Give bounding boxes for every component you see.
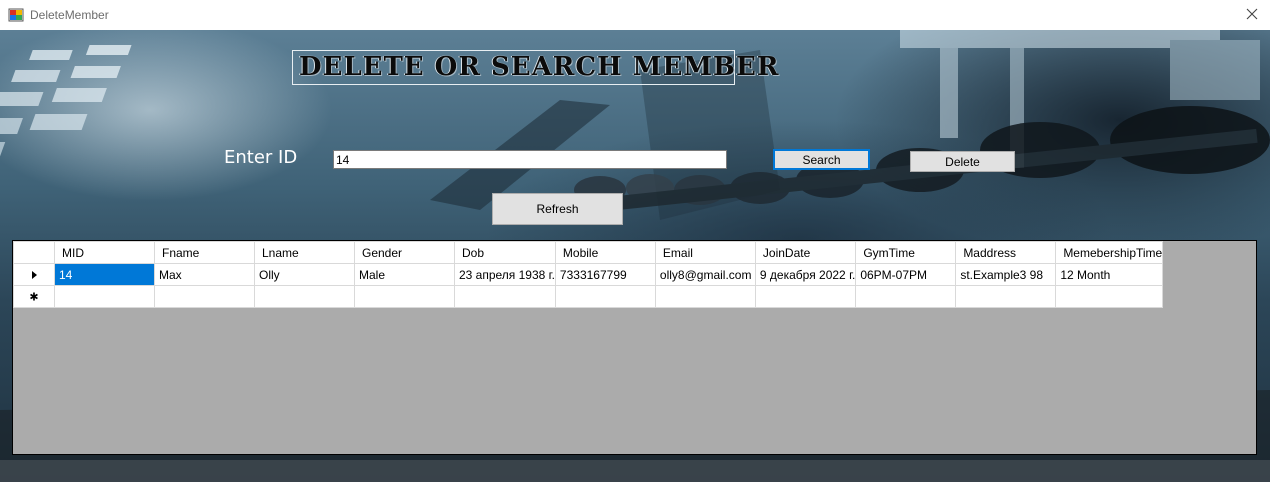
column-header-row: MID Fname Lname Gender Dob Mobile Email …: [13, 241, 1164, 264]
form-client-area: DELETE OR SEARCH MEMBER Enter ID Search …: [0, 30, 1270, 482]
top-left-header-cell[interactable]: [13, 241, 55, 264]
column-header-fname[interactable]: Fname: [154, 241, 255, 264]
new-cell-mid[interactable]: [54, 285, 155, 308]
row-pointer-icon: [31, 271, 37, 280]
cell-membershiptime[interactable]: 12 Month: [1055, 263, 1164, 286]
column-header-maddress[interactable]: Maddress: [955, 241, 1057, 264]
refresh-button[interactable]: Refresh: [492, 193, 623, 225]
members-data-grid[interactable]: MID Fname Lname Gender Dob Mobile Email …: [12, 240, 1257, 455]
cell-mobile[interactable]: 7333167799: [554, 263, 656, 286]
column-header-membershiptime[interactable]: MemebershipTime: [1055, 241, 1164, 264]
column-header-lname[interactable]: Lname: [254, 241, 355, 264]
table-row[interactable]: 14 Max Olly Male 23 апреля 1938 г. 73331…: [13, 263, 1164, 286]
cell-maddress[interactable]: st.Example3 98: [955, 263, 1057, 286]
new-cell-joindate[interactable]: [754, 285, 857, 308]
cell-dob[interactable]: 23 апреля 1938 г.: [454, 263, 556, 286]
close-icon[interactable]: [1240, 4, 1264, 26]
cell-gymtime[interactable]: 06PM-07PM: [855, 263, 957, 286]
column-header-gender[interactable]: Gender: [354, 241, 455, 264]
delete-button[interactable]: Delete: [910, 151, 1015, 172]
new-cell-membershiptime[interactable]: [1055, 285, 1164, 308]
column-header-gymtime[interactable]: GymTime: [855, 241, 957, 264]
page-heading: DELETE OR SEARCH MEMBER: [299, 52, 780, 82]
members-table: MID Fname Lname Gender Dob Mobile Email …: [13, 241, 1164, 308]
new-row[interactable]: ✱: [13, 285, 1164, 308]
cell-joindate[interactable]: 9 декабря 2022 г.: [754, 263, 857, 286]
member-id-input[interactable]: [333, 150, 727, 169]
column-header-mid[interactable]: MID: [54, 241, 155, 264]
cell-email[interactable]: olly8@gmail.com: [654, 263, 756, 286]
title-bar: DeleteMember: [0, 0, 1270, 30]
search-button[interactable]: Search: [773, 149, 870, 170]
app-icon: [8, 8, 24, 22]
new-cell-maddress[interactable]: [955, 285, 1057, 308]
cell-mid[interactable]: 14: [54, 263, 155, 286]
cell-lname[interactable]: Olly: [254, 263, 355, 286]
cell-fname[interactable]: Max: [154, 263, 255, 286]
cell-gender[interactable]: Male: [354, 263, 455, 286]
column-header-dob[interactable]: Dob: [454, 241, 556, 264]
new-row-star-icon: ✱: [29, 290, 39, 303]
window-title: DeleteMember: [30, 8, 109, 22]
new-cell-lname[interactable]: [254, 285, 355, 308]
new-cell-gymtime[interactable]: [855, 285, 957, 308]
row-header-cell[interactable]: [13, 263, 55, 286]
new-cell-dob[interactable]: [454, 285, 556, 308]
row-header-cell[interactable]: ✱: [13, 285, 55, 308]
column-header-mobile[interactable]: Mobile: [554, 241, 656, 264]
page-heading-frame: DELETE OR SEARCH MEMBER: [292, 50, 778, 85]
new-cell-fname[interactable]: [154, 285, 255, 308]
new-cell-email[interactable]: [654, 285, 756, 308]
enter-id-label: Enter ID: [224, 147, 298, 168]
column-header-email[interactable]: Email: [654, 241, 756, 264]
column-header-joindate[interactable]: JoinDate: [754, 241, 857, 264]
new-cell-mobile[interactable]: [554, 285, 656, 308]
new-cell-gender[interactable]: [354, 285, 455, 308]
